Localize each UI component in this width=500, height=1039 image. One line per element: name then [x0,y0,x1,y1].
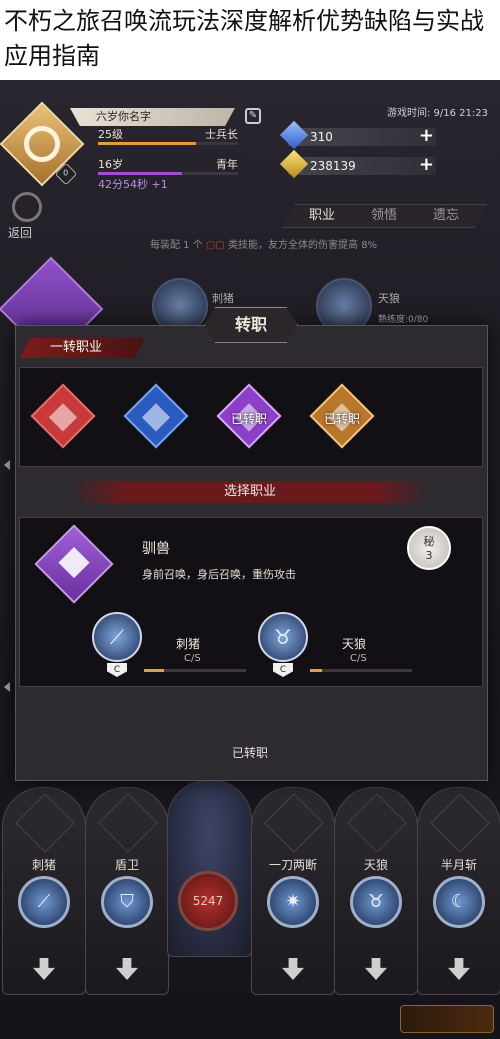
skill-slot[interactable]: 一刀两断 ✷ [251,787,335,995]
level-row: 25级 士兵长 [98,126,238,142]
level-progress-bar [98,142,238,145]
back-icon [5,185,49,229]
age-row: 16岁 青年 [98,156,238,172]
tab-comprehend[interactable]: 领悟 [354,204,414,228]
slash-icon: ✷ [267,876,319,928]
class-status-label: 已转职 [230,412,267,426]
skill-progress-bar [310,669,412,672]
bg-skill-label: 天狼 [378,292,400,305]
bonus-hint: 每装配 1 个 ▢▢ 类技能，友方全体的伤害提高 8% [150,240,378,251]
skill-slot-name: 半月斩 [440,858,477,872]
gold-value: 238139 [310,159,356,173]
class-name: 驯兽 [142,541,170,557]
select-class-header: 选择职业 [70,481,430,503]
game-screen: 0 六岁你名字 ✎ 25级 士兵长 16岁 青年 42分54秒 +1 游戏时间:… [0,80,500,1039]
tab-bar: 职业 领悟 遗忘 [282,204,487,228]
add-diamond-button[interactable]: + [419,127,434,145]
skill-slot-name: 盾卫 [114,858,139,872]
skill-slot-name: 天狼 [363,858,388,872]
diamond-icon [279,120,309,150]
rank-text: 士兵长 [205,128,238,141]
back-button[interactable]: 返回 [5,185,49,240]
skill-slot[interactable]: 天狼 ♉ [334,787,418,995]
crescent-icon: ☾ [433,876,485,928]
shield-icon: ⛉ [101,876,153,928]
skill-slot-name: 一刀两断 [268,858,317,872]
diamond-value: 310 [310,130,333,144]
wolf-icon: ♉ [350,876,402,928]
skill-slot[interactable]: 刺猪 ⟋ [2,787,86,995]
timer-text: 42分54秒 +1 [98,178,168,191]
bg-skill-proficiency: 熟练度:0/80 [378,315,429,325]
unequip-arrow-icon[interactable] [116,958,138,980]
tab-profession[interactable]: 职业 [292,204,352,228]
dialog-title: 转职 [204,307,298,343]
stage-text: 青年 [216,158,238,171]
secret-badge[interactable]: 秘 3 [407,526,451,570]
section-label: 一转职业 [20,338,145,358]
tab-forget[interactable]: 遗忘 [416,204,476,228]
watermark-logo [400,1005,494,1033]
game-time: 游戏时间: 9/16 21:23 [386,108,488,119]
age-text: 16岁 [98,158,123,171]
class-status-label: 已转职 [323,412,360,426]
scroll-left-icon[interactable] [4,682,10,692]
unequip-arrow-icon[interactable] [448,958,470,980]
wolf-icon[interactable]: ♉ [258,612,308,662]
unequip-arrow-icon[interactable] [365,958,387,980]
level-text: 25级 [98,128,123,141]
skill-slot-name: 刺猪 [31,858,56,872]
add-gold-button[interactable]: + [419,156,434,174]
claw-icon[interactable]: ⟋ [92,612,142,662]
skill-name: 刺猪 [176,637,201,651]
skill-progress-bar [144,669,246,672]
skill-slot[interactable]: 盾卫 ⛉ [85,787,169,995]
article-title: 不朽之旅召唤流玩法深度解析优势缺陷与实战应用指南 [0,0,500,80]
unequip-arrow-icon[interactable] [33,958,55,980]
scroll-left-icon[interactable] [4,460,10,470]
skill-name: 天狼 [342,637,367,651]
class-description: 身前召唤，身后召唤，重伤攻击 [142,568,296,581]
claw-icon: ⟋ [18,876,70,928]
orb-icon[interactable]: 5247 [178,871,238,931]
age-progress-bar [98,172,238,175]
diamond-resource: 310 + [279,120,436,150]
unequip-arrow-icon[interactable] [282,958,304,980]
gold-resource: 238139 + [279,149,436,179]
gold-icon [279,149,309,179]
skill-slot[interactable]: 半月斩 ☾ [417,787,500,995]
skill-cs: C/S [184,653,201,664]
bg-skill-label: 刺猪 [212,292,234,305]
player-name: 六岁你名字 [70,108,235,126]
class-changed-status: 已转职 [231,746,268,760]
back-label: 返回 [8,226,33,240]
edit-icon[interactable]: ✎ [245,108,261,124]
skill-cs: C/S [350,653,367,664]
avatar-icon [24,126,60,162]
